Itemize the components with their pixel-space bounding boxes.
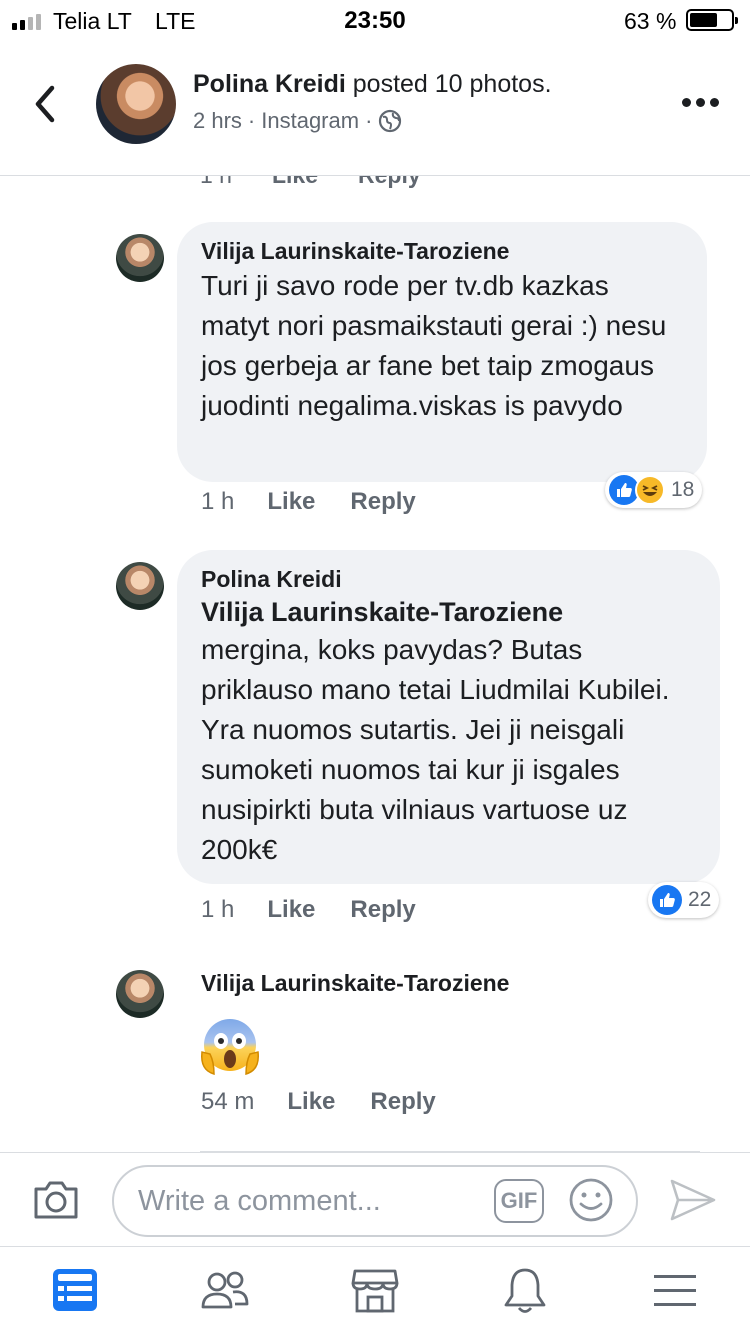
previous-comment-actions: 1 h Like Reply bbox=[200, 176, 421, 189]
comment-time: 1 h bbox=[201, 488, 235, 515]
post-header: Polina Kreidi posted 10 photos. 2 hrs · … bbox=[0, 40, 750, 176]
comment-actions: 54 m Like Reply bbox=[201, 1088, 436, 1116]
gif-label: GIF bbox=[500, 1188, 538, 1213]
tab-menu[interactable] bbox=[650, 1265, 700, 1315]
comment-time: 1 h bbox=[201, 896, 235, 923]
reply-button[interactable]: Reply bbox=[358, 176, 421, 189]
smiley-icon bbox=[569, 1178, 613, 1222]
comment-bubble[interactable]: Polina Kreidi Vilija Laurinskaite-Tarozi… bbox=[177, 550, 720, 884]
tab-notifications[interactable] bbox=[500, 1265, 550, 1315]
comment-author[interactable]: Vilija Laurinskaite-Taroziene bbox=[201, 970, 509, 997]
notifications-icon bbox=[504, 1268, 546, 1313]
comment-author[interactable]: Polina Kreidi bbox=[201, 564, 696, 594]
reaction-count: 22 bbox=[688, 888, 712, 911]
reply-button[interactable]: Reply bbox=[350, 488, 415, 516]
battery-icon bbox=[686, 9, 738, 31]
friends-icon bbox=[201, 1271, 249, 1309]
reply-button[interactable]: Reply bbox=[350, 896, 415, 924]
post-age[interactable]: 2 hrs bbox=[193, 108, 242, 134]
reply-button[interactable]: Reply bbox=[370, 1088, 435, 1116]
dot bbox=[710, 98, 719, 107]
chevron-left-icon bbox=[35, 85, 55, 123]
back-button[interactable] bbox=[28, 84, 64, 124]
gif-button[interactable]: GIF bbox=[494, 1179, 544, 1223]
comment-actions: 1 h Like Reply bbox=[201, 896, 416, 924]
comment-text: Turi ji savo rode per tv.db kazkas matyt… bbox=[201, 270, 667, 421]
news-feed-icon bbox=[53, 1269, 97, 1311]
comment-text: mergina, koks pavydas? Butas priklauso m… bbox=[201, 634, 670, 865]
reaction-summary[interactable]: 18 bbox=[605, 472, 703, 508]
post-author-name[interactable]: Polina Kreidi bbox=[193, 70, 346, 98]
post-meta: 2 hrs · Instagram · bbox=[193, 108, 402, 134]
post-action-text: posted 10 photos. bbox=[352, 70, 552, 98]
comment-author[interactable]: Vilija Laurinskaite-Taroziene bbox=[201, 236, 683, 266]
comments-feed[interactable]: 1 h Like Reply Vilija Laurinskaite-Taroz… bbox=[0, 176, 750, 1152]
comment-input[interactable] bbox=[112, 1165, 638, 1237]
like-reaction-icon bbox=[652, 885, 682, 915]
comment-actions: 1 h Like Reply bbox=[201, 488, 416, 516]
comment-time: 1 h bbox=[200, 176, 232, 189]
tab-news-feed[interactable] bbox=[50, 1265, 100, 1315]
tab-marketplace[interactable] bbox=[350, 1265, 400, 1315]
camera-icon bbox=[34, 1181, 78, 1219]
comment-composer: GIF bbox=[0, 1152, 750, 1246]
separator-dot: · bbox=[247, 108, 256, 133]
battery-percent: 63 % bbox=[624, 8, 677, 34]
haha-reaction-icon bbox=[635, 475, 665, 505]
post-title: Polina Kreidi posted 10 photos. bbox=[193, 70, 552, 99]
send-icon bbox=[670, 1179, 716, 1221]
menu-icon bbox=[654, 1275, 696, 1306]
more-options-button[interactable] bbox=[682, 98, 719, 107]
reaction-summary[interactable]: 22 bbox=[648, 882, 720, 918]
reaction-count: 18 bbox=[671, 478, 695, 501]
send-button[interactable] bbox=[668, 1177, 718, 1223]
globe-icon bbox=[379, 109, 402, 133]
like-button[interactable]: Like bbox=[267, 896, 315, 924]
like-button[interactable]: Like bbox=[287, 1088, 335, 1116]
status-bar: Telia LT LTE 23:50 63 % bbox=[0, 0, 750, 40]
bottom-navigation bbox=[0, 1246, 750, 1334]
comment-time: 54 m bbox=[201, 1088, 255, 1115]
like-button[interactable]: Like bbox=[272, 176, 318, 189]
comment-bubble[interactable]: Vilija Laurinskaite-Taroziene Turi ji sa… bbox=[177, 222, 707, 482]
commenter-avatar[interactable] bbox=[116, 234, 164, 282]
commenter-avatar[interactable] bbox=[116, 562, 164, 610]
author-avatar[interactable] bbox=[96, 64, 176, 144]
tab-friends[interactable] bbox=[200, 1265, 250, 1315]
marketplace-icon bbox=[351, 1269, 399, 1313]
face-screaming-in-fear-icon bbox=[201, 1019, 259, 1075]
post-source: Instagram bbox=[261, 108, 360, 133]
camera-button[interactable] bbox=[32, 1179, 80, 1221]
dot bbox=[682, 98, 691, 107]
comment-mention[interactable]: Vilija Laurinskaite-Taroziene bbox=[201, 594, 696, 630]
separator-dot: · bbox=[365, 108, 373, 133]
commenter-avatar[interactable] bbox=[116, 970, 164, 1018]
smiley-button[interactable] bbox=[568, 1177, 614, 1223]
dot bbox=[696, 98, 705, 107]
like-button[interactable]: Like bbox=[267, 488, 315, 516]
